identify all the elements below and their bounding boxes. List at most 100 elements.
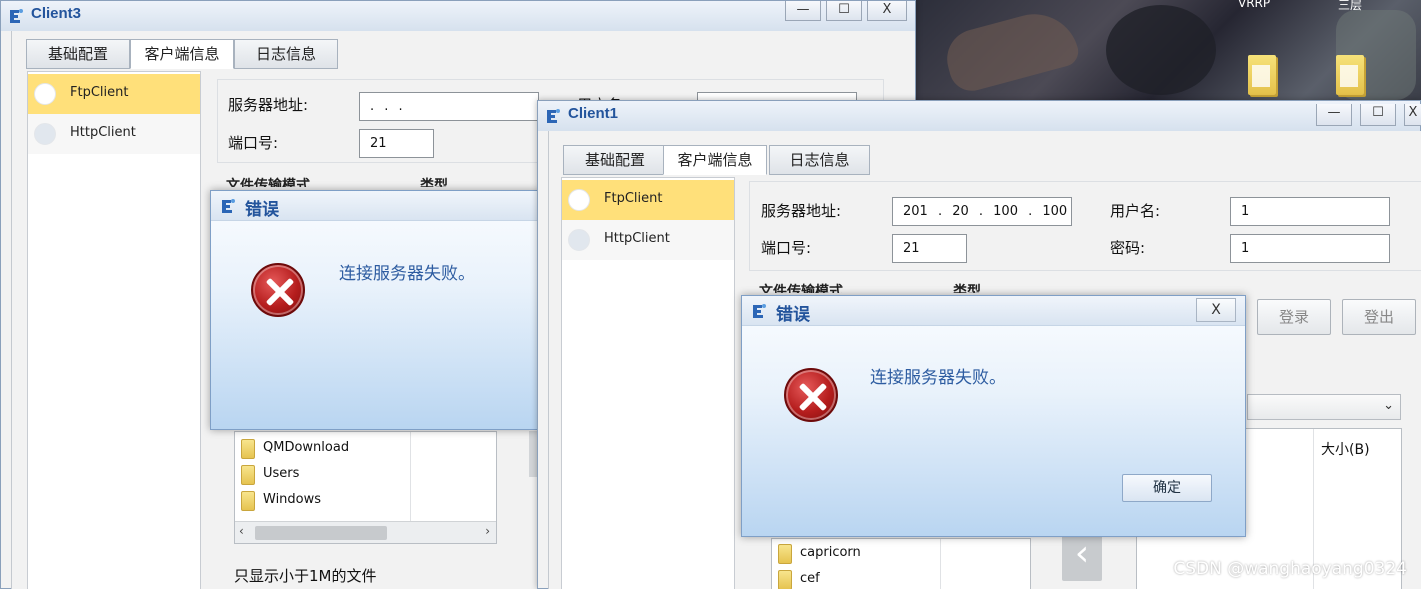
radio-unselected-icon	[568, 229, 590, 251]
dialog-title: 错误	[776, 305, 810, 325]
server-address-label: 服务器地址:	[761, 202, 842, 220]
radio-unselected-icon	[34, 123, 56, 145]
password-input[interactable]: 1	[1230, 234, 1390, 263]
client-app-icon	[222, 199, 235, 213]
client3-titlebar[interactable]: Client3 — ☐ X	[1, 1, 915, 31]
error-icon	[784, 368, 838, 422]
list-item-ftpclient[interactable]: FtpClient	[28, 74, 200, 114]
scrollbar-thumb[interactable]	[255, 526, 387, 540]
file-name: cef	[800, 571, 820, 586]
desktop-background: VRRP 三层	[916, 0, 1421, 100]
list-item-label: FtpClient	[70, 85, 129, 100]
local-file-list: QMDownload Users Windows ‹ ›	[234, 431, 497, 544]
folder-icon	[778, 544, 792, 564]
port-input[interactable]: 21	[359, 129, 434, 158]
client-app-icon	[547, 109, 560, 123]
watermark: CSDN @wanghaoyang0324	[1173, 559, 1407, 579]
dialog-title: 错误	[245, 200, 279, 220]
tab-client-info[interactable]: 客户端信息	[663, 145, 767, 175]
folder-icon	[241, 491, 255, 511]
port-input[interactable]: 21	[892, 234, 967, 263]
dialog-titlebar[interactable]: 错误	[211, 191, 539, 221]
password-label: 密码:	[1110, 239, 1146, 257]
folder-icon	[241, 465, 255, 485]
client1-error-dialog: 错误 X 连接服务器失败。 确定	[741, 295, 1246, 537]
file-name: Windows	[263, 492, 322, 507]
list-item-label: HttpClient	[604, 231, 670, 246]
port-label: 端口号:	[228, 134, 279, 152]
chevron-down-icon: ⌄	[1383, 398, 1394, 413]
list-item-label: HttpClient	[70, 125, 136, 140]
wallpaper-shape	[1106, 5, 1216, 95]
client-app-icon	[753, 304, 766, 318]
list-item-httpclient[interactable]: HttpClient	[562, 220, 734, 260]
tab-log-info[interactable]: 日志信息	[234, 39, 338, 69]
local-file-list: capricorn cef	[771, 538, 1031, 589]
list-item-label: FtpClient	[604, 191, 663, 206]
port-label: 端口号:	[761, 239, 812, 257]
maximize-button[interactable]: ☐	[826, 1, 862, 21]
dialog-close-button[interactable]: X	[1196, 298, 1236, 322]
client1-titlebar[interactable]: Client1 — ☐ X	[538, 101, 1421, 131]
horizontal-scrollbar[interactable]: ‹ ›	[235, 521, 496, 543]
tab-basic-config[interactable]: 基础配置	[563, 145, 667, 175]
radio-selected-icon	[568, 189, 590, 211]
window-title: Client1	[568, 105, 619, 122]
server-address-input[interactable]: . . .	[359, 92, 539, 121]
client3-error-dialog: 错误 连接服务器失败。	[210, 190, 540, 430]
window-title: Client3	[31, 5, 82, 22]
desktop-folder-icon[interactable]	[1248, 55, 1276, 95]
size-column-header[interactable]: 大小(B)	[1321, 439, 1370, 459]
dialog-titlebar[interactable]: 错误 X	[742, 296, 1245, 326]
client-type-list: FtpClient HttpClient	[27, 71, 201, 589]
server-address-label: 服务器地址:	[228, 96, 309, 114]
file-name: capricorn	[800, 545, 861, 560]
list-item[interactable]: Windows	[235, 488, 495, 514]
wallpaper-shape	[940, 4, 1082, 96]
client-app-icon	[10, 9, 23, 23]
list-item[interactable]: QMDownload	[235, 436, 495, 462]
column-divider	[940, 539, 941, 589]
filter-label: 只显示小于1M的文件	[234, 567, 377, 585]
type-label: 类型	[416, 175, 452, 187]
minimize-button[interactable]: —	[785, 1, 821, 21]
folder-icon	[778, 570, 792, 589]
remote-path-dropdown[interactable]: ⌄	[1247, 394, 1401, 420]
desktop-label: 三层	[1338, 0, 1363, 12]
type-label: 类型	[949, 281, 985, 293]
username-label: 用户名:	[1110, 202, 1161, 220]
close-button[interactable]: X	[1404, 104, 1421, 126]
error-message: 连接服务器失败。	[870, 368, 1006, 388]
scroll-right-icon[interactable]: ›	[485, 524, 490, 538]
desktop-folder-icon[interactable]	[1336, 55, 1364, 95]
list-item-ftpclient[interactable]: FtpClient	[562, 180, 734, 220]
minimize-button[interactable]: —	[1316, 104, 1352, 126]
error-message: 连接服务器失败。	[339, 264, 475, 284]
tab-client-info[interactable]: 客户端信息	[130, 39, 234, 69]
file-name: QMDownload	[263, 440, 350, 455]
transfer-mode-label: 文件传输模式	[222, 175, 314, 187]
tab-log-info[interactable]: 日志信息	[769, 145, 870, 175]
error-icon	[251, 263, 305, 317]
column-divider	[410, 432, 411, 522]
server-address-input[interactable]: 201 . 20 . 100 . 100	[892, 197, 1072, 226]
logout-button[interactable]: 登出	[1342, 299, 1416, 335]
ok-button[interactable]: 确定	[1122, 474, 1212, 502]
list-item[interactable]: cef	[772, 567, 1027, 589]
list-item[interactable]: capricorn	[772, 541, 1027, 567]
login-button[interactable]: 登录	[1257, 299, 1331, 335]
list-item-httpclient[interactable]: HttpClient	[28, 114, 200, 154]
transfer-mode-label: 文件传输模式	[755, 281, 847, 293]
desktop-label: VRRP	[1238, 0, 1271, 10]
maximize-button[interactable]: ☐	[1360, 104, 1396, 126]
close-button[interactable]: X	[867, 1, 907, 21]
file-name: Users	[263, 466, 300, 481]
list-item[interactable]: Users	[235, 462, 495, 488]
username-input[interactable]: 1	[1230, 197, 1390, 226]
scroll-left-icon[interactable]: ‹	[239, 524, 244, 538]
tab-basic-config[interactable]: 基础配置	[26, 39, 130, 69]
folder-icon	[241, 439, 255, 459]
chevron-left-icon[interactable]: ‹	[1062, 531, 1102, 581]
radio-selected-icon	[34, 83, 56, 105]
client-type-list: FtpClient HttpClient	[561, 177, 735, 589]
